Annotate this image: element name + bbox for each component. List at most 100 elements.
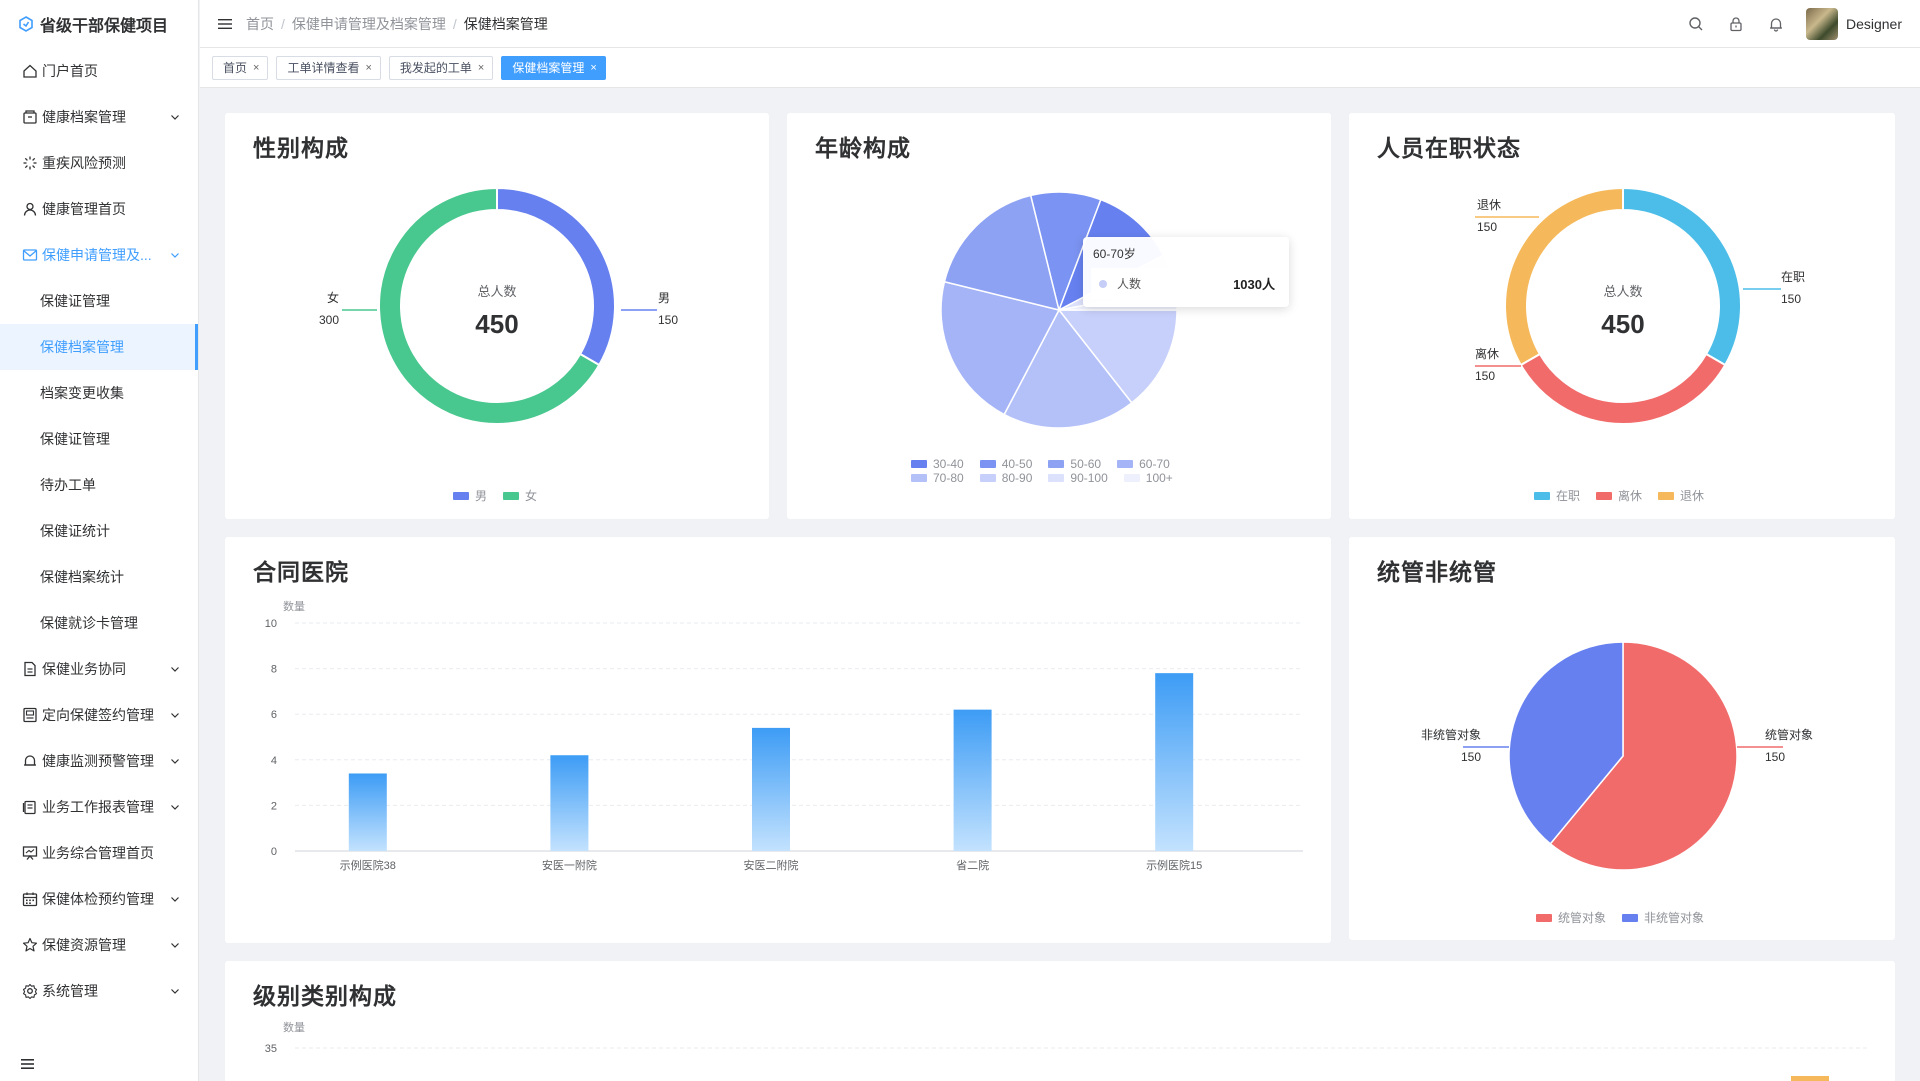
tab-tag[interactable]: 保健档案管理 × [501, 55, 606, 80]
sidebar-item[interactable]: 业务综合管理首页 [0, 830, 198, 876]
bar[interactable] [953, 709, 992, 851]
tab-tag-label: 我发起的工单 [399, 61, 472, 75]
x-tick-label: 省二院 [956, 858, 989, 872]
donut-center-label: 总人数 [477, 284, 516, 299]
legend-swatch [979, 460, 996, 468]
sidebar-item[interactable]: 门户首页 [0, 48, 198, 94]
slice-name-label: 在职 [1781, 270, 1805, 284]
y-tick-label: 4 [271, 755, 277, 767]
lock-icon[interactable] [1728, 16, 1744, 32]
sidebar-subitem[interactable]: 保健就诊卡管理 [0, 600, 198, 646]
sidebar-item[interactable]: 业务工作报表管理 [0, 784, 198, 830]
level-card: 级别类别构成 数量 35 [225, 961, 1895, 1081]
tab-tag-label: 首页 [223, 61, 248, 75]
search-icon[interactable] [1688, 16, 1704, 32]
bar[interactable] [348, 773, 387, 851]
sidebar-subitem[interactable]: 保健档案统计 [0, 554, 198, 600]
chevron-down-icon [171, 667, 179, 672]
hamburger-icon[interactable] [218, 18, 232, 30]
legend-item[interactable]: 100+ [1123, 471, 1173, 485]
tooltip-title: 60-70岁 [1093, 247, 1136, 261]
legend-item[interactable]: 在职 [1534, 487, 1580, 504]
sidebar-subitem[interactable]: 档案变更收集 [0, 370, 198, 416]
sidebar-item[interactable]: 健康档案管理 [0, 94, 198, 140]
breadcrumb-home[interactable]: 首页 [246, 14, 274, 34]
breadcrumb-section[interactable]: 保健申请管理及档案管理 [292, 14, 446, 34]
close-icon[interactable]: × [590, 62, 596, 74]
legend-swatch [1596, 491, 1613, 500]
legend-item[interactable]: 非统管对象 [1622, 909, 1704, 926]
x-tick-label: 示例医院38 [340, 858, 396, 872]
legend-item[interactable]: 80-90 [979, 471, 1032, 485]
sidebar-item[interactable]: 保健资源管理 [0, 922, 198, 968]
sidebar-item[interactable]: 保健申请管理及... [0, 232, 198, 278]
contract-icon [23, 707, 37, 723]
tab-tag[interactable]: 首页 × [212, 55, 269, 80]
legend-item[interactable]: 退休 [1658, 487, 1704, 504]
tab-tag[interactable]: 我发起的工单 × [388, 55, 494, 80]
bar[interactable] [1155, 673, 1194, 851]
tab-tag-label: 工单详情查看 [287, 61, 360, 75]
legend-item[interactable]: 离休 [1596, 487, 1642, 504]
close-icon[interactable]: × [478, 62, 484, 74]
managed-pie-chart: 统管对象 150 非统管对象 150 [1421, 641, 1813, 871]
sidebar-item[interactable]: 保健业务协同 [0, 646, 198, 692]
sidebar-item[interactable]: 健康管理首页 [0, 186, 198, 232]
sidebar-item[interactable]: 定向保健签约管理 [0, 692, 198, 738]
legend-item[interactable]: 统管对象 [1536, 909, 1606, 926]
legend-item[interactable]: 40-50 [979, 457, 1032, 471]
sidebar-subitem[interactable]: 保健证管理 [0, 278, 198, 324]
bar[interactable] [1791, 1076, 1829, 1081]
app-logo[interactable]: 省级干部保健项目 [0, 0, 198, 48]
legend-label: 在职 [1556, 489, 1581, 503]
calendar-icon [22, 892, 38, 907]
pie-slice[interactable] [1519, 352, 1727, 425]
avatar[interactable] [1805, 8, 1838, 40]
username[interactable]: Designer [1846, 16, 1902, 32]
close-icon[interactable]: × [365, 62, 371, 74]
sidebar-item[interactable]: 系统管理 [0, 968, 198, 1014]
legend-label: 70-80 [933, 471, 964, 485]
sidebar-subitem[interactable]: 保健证管理 [0, 416, 198, 462]
sidebar: 省级干部保健项目 门户首页 健康档案管理重疾风险预测健康管理首页 保健申请管理及..… [0, 0, 199, 1081]
report-icon [22, 800, 36, 815]
legend-item[interactable]: 60-70 [1117, 457, 1170, 471]
home-icon [23, 64, 37, 78]
legend-item[interactable]: 90-100 [1048, 471, 1108, 485]
legend-label: 女 [525, 489, 538, 503]
settings-icon [22, 983, 38, 999]
legend-label: 90-100 [1070, 471, 1108, 485]
bar[interactable] [550, 755, 589, 851]
sidebar-item-label: 业务工作报表管理 [42, 799, 154, 815]
close-icon[interactable]: × [253, 62, 259, 74]
sidebar-subitem[interactable]: 保健档案管理 [0, 324, 198, 370]
bar[interactable] [752, 727, 790, 851]
sidebar-subitem[interactable]: 保健证统计 [0, 508, 198, 554]
legend-item[interactable]: 70-80 [911, 471, 964, 485]
presentation-icon [22, 846, 38, 860]
legend-swatch [979, 474, 996, 482]
slice-value-label: 150 [1475, 369, 1495, 383]
header-actions: Designer [1664, 0, 1902, 48]
legend-label: 男 [475, 489, 488, 503]
legend-item[interactable]: 50-60 [1048, 457, 1101, 471]
sidebar-subitem[interactable]: 待办工单 [0, 462, 198, 508]
bell-icon[interactable] [1768, 16, 1784, 32]
sidebar-item[interactable]: 健康监测预警管理 [0, 738, 198, 784]
legend-label: 100+ [1145, 471, 1173, 485]
legend-item[interactable]: 男 [453, 487, 487, 504]
tooltip-value: 1030人 [1233, 277, 1275, 292]
y-axis-title: 数量 [283, 600, 305, 613]
bell-icon [24, 755, 36, 766]
collapse-menu-icon[interactable] [20, 1057, 36, 1071]
tab-tag[interactable]: 工单详情查看 × [276, 55, 381, 80]
sidebar-item[interactable]: 保健体检预约管理 [0, 876, 198, 922]
legend-label: 60-70 [1139, 457, 1170, 471]
sidebar-item[interactable]: 重疾风险预测 [0, 140, 198, 186]
slice-value-label: 300 [319, 313, 339, 327]
sidebar-item-label: 重疾风险预测 [42, 155, 126, 171]
sidebar-item-label: 保健体检预约管理 [42, 891, 154, 907]
legend-item[interactable]: 30-40 [911, 457, 964, 471]
legend-swatch [453, 491, 469, 500]
legend-item[interactable]: 女 [503, 487, 537, 504]
